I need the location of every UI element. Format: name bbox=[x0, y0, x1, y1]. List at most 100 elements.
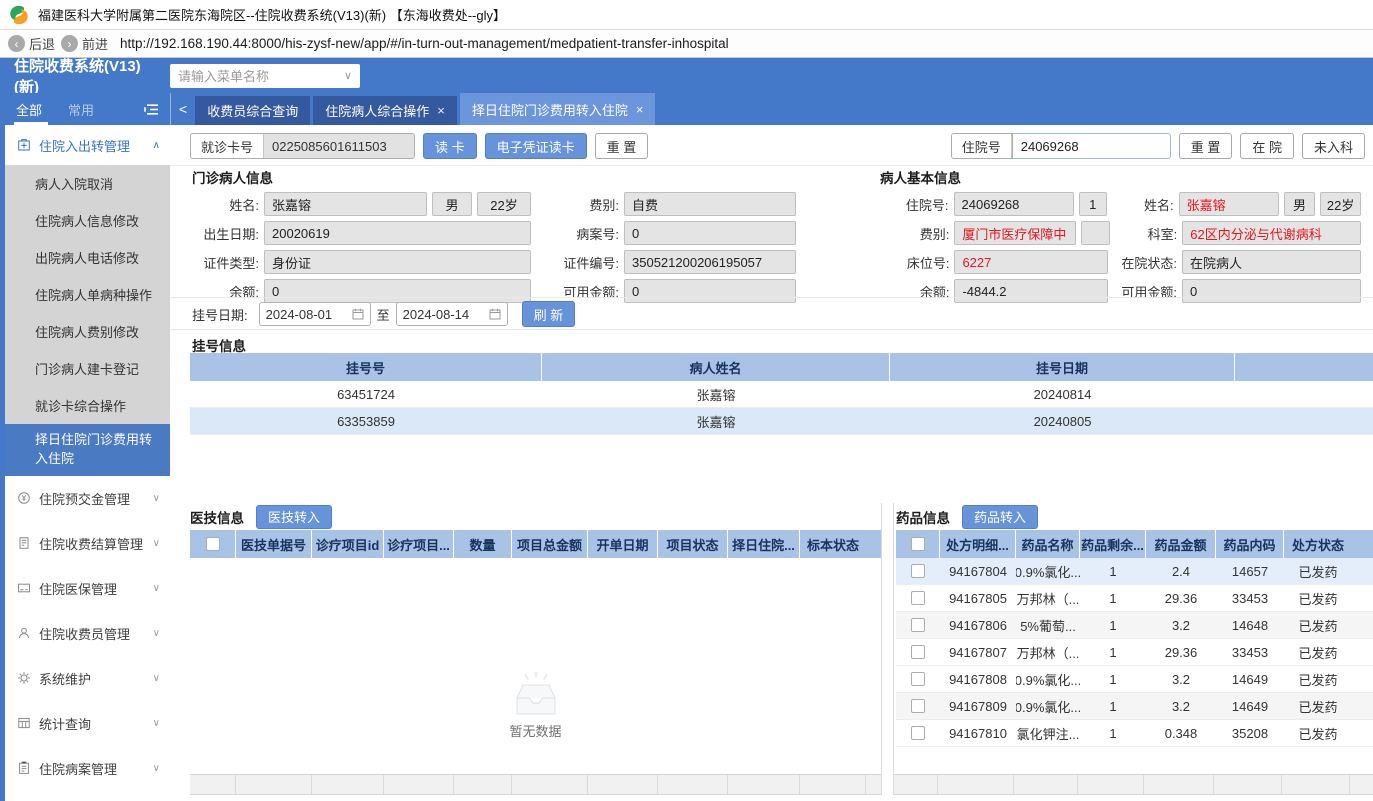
row-checkbox[interactable] bbox=[911, 591, 925, 605]
sidebar-group-deposit[interactable]: 住院预交金管理 ∨ bbox=[5, 476, 170, 521]
read-card-button[interactable]: 读 卡 bbox=[423, 133, 477, 159]
drugs-cell: 2.4 bbox=[1171, 563, 1191, 579]
drugs-col-header: 处方明细... bbox=[940, 530, 1016, 558]
medtech-title: 医技信息 bbox=[190, 510, 244, 526]
tabs-scroll-left-icon[interactable]: < bbox=[177, 101, 195, 117]
forward-button[interactable]: › 前进 bbox=[61, 34, 108, 53]
footer-cell bbox=[658, 775, 728, 794]
drugs-cell: 94167805 bbox=[949, 590, 1007, 606]
sidebar-item[interactable]: 住院病人费别修改 bbox=[5, 313, 170, 350]
sidebar-item[interactable]: 就诊卡综合操作 bbox=[5, 387, 170, 424]
sidebar-group-insurance-card[interactable]: 住院医保管理 ∨ bbox=[5, 566, 170, 611]
sidebar-group-stats[interactable]: 统计查询 ∨ bbox=[5, 701, 170, 746]
tab-1[interactable]: 住院病人综合操作 × bbox=[313, 96, 457, 125]
inpatient-no-input[interactable] bbox=[1012, 133, 1171, 159]
row-checkbox-cell bbox=[896, 720, 940, 746]
table-row[interactable]: 94167806 5%葡萄... 1 3.2 14648 已发药 bbox=[896, 612, 1373, 639]
reg-cell: 63451724 bbox=[337, 386, 395, 402]
bottom-panels: 医技信息 医技转入 医技单据号 诊疗项目id 诊疗项目... 数量 项目总金额 开单日期项… bbox=[190, 503, 1373, 795]
forward-icon: › bbox=[61, 35, 79, 52]
filter-tab-all[interactable]: 全部 bbox=[13, 93, 49, 125]
tab-label: 择日住院门诊费用转入住院 bbox=[471, 102, 628, 118]
address-url[interactable]: http://192.168.190.44:8000/his-zysf-new/… bbox=[120, 36, 729, 51]
row-checkbox-cell bbox=[896, 666, 940, 692]
medtech-col-header: 诊疗项目id bbox=[312, 530, 384, 558]
chevron-down-icon: ∨ bbox=[343, 70, 352, 82]
medtech-transfer-button[interactable]: 医技转入 bbox=[256, 504, 333, 529]
tab-2[interactable]: 择日住院门诊费用转入住院 × bbox=[459, 93, 656, 125]
reset-card-button[interactable]: 重 置 bbox=[594, 133, 649, 159]
sidebar-item[interactable]: 住院病人单病种操作 bbox=[5, 276, 170, 313]
sidebar-group-cashier[interactable]: 住院收费员管理 ∨ bbox=[5, 611, 170, 656]
row-checkbox-cell bbox=[896, 693, 940, 719]
browser-bar: ‹ 后退 › 前进 http://192.168.190.44:8000/his… bbox=[0, 30, 1373, 58]
sidebar-item[interactable]: 择日住院门诊费用转入住院 bbox=[5, 424, 170, 476]
row-checkbox[interactable] bbox=[911, 699, 925, 713]
table-row[interactable]: 94167807 万邦林（... 1 29.36 33453 已发药 bbox=[896, 639, 1373, 666]
drugs-cell: 已发药 bbox=[1298, 618, 1338, 634]
reg-date-to-input[interactable]: 2024-08-14 bbox=[395, 302, 508, 326]
reg-date-filter: 挂号日期: 2024-08-01 至 2024-08-14 刷 新 bbox=[192, 301, 576, 327]
sidebar-group-billing[interactable]: 住院收费结算管理 ∨ bbox=[5, 521, 170, 566]
sidebar-item[interactable]: 住院病人信息修改 bbox=[5, 202, 170, 239]
tab-0[interactable]: 收费员综合查询 bbox=[195, 96, 311, 125]
inpatient-no-label2: 住院号: bbox=[905, 197, 949, 213]
inpatient-fee-type: 厦门市医疗保障中 bbox=[954, 221, 1076, 245]
row-checkbox[interactable] bbox=[911, 672, 925, 686]
reg-date-from-input[interactable]: 2024-08-01 bbox=[258, 302, 371, 326]
drugs-cell: 94167810 bbox=[949, 725, 1007, 741]
select-all-checkbox[interactable] bbox=[205, 537, 220, 551]
drugs-table-body: 94167804 0.9%氯化... 1 2.4 14657 已发药 94167805 万邦林… bbox=[896, 558, 1373, 747]
select-all-checkbox[interactable] bbox=[910, 537, 925, 551]
sidebar-group-inout-manage[interactable]: 住院入出转管理 ∧ bbox=[5, 125, 170, 165]
medtech-select-all-cell bbox=[190, 530, 236, 558]
sidebar-item[interactable]: 出院病人电话修改 bbox=[5, 239, 170, 276]
e-cert-read-button[interactable]: 电子凭证读卡 bbox=[484, 133, 587, 159]
filter-tab-common[interactable]: 常用 bbox=[68, 100, 94, 119]
footer-cell bbox=[938, 775, 1014, 794]
cashier-icon bbox=[17, 626, 31, 640]
footer-cell bbox=[1350, 775, 1373, 794]
sidebar-group-records[interactable]: 住院病案管理 ∨ bbox=[5, 746, 170, 791]
reg-cell bbox=[1235, 408, 1373, 434]
reset-inpatient-button[interactable]: 重 置 bbox=[1178, 133, 1233, 159]
table-row[interactable]: 94167808 0.9%氯化... 1 3.2 14649 已发药 bbox=[896, 666, 1373, 693]
close-icon[interactable]: × bbox=[437, 103, 445, 118]
table-row[interactable]: 94167804 0.9%氯化... 1 2.4 14657 已发药 bbox=[896, 558, 1373, 585]
drugs-transfer-button[interactable]: 药品转入 bbox=[962, 504, 1039, 529]
not-in-dept-button[interactable]: 未入科 bbox=[1301, 133, 1365, 159]
table-row[interactable]: 94167805 万邦林（... 1 29.36 33453 已发药 bbox=[896, 585, 1373, 612]
sidebar-item[interactable]: 病人入院取消 bbox=[5, 165, 170, 202]
drugs-cell: 氯化钾注... bbox=[1016, 726, 1080, 742]
menu-search-select[interactable]: 请输入菜单名称 ∨ bbox=[170, 63, 360, 88]
back-button[interactable]: ‹ 后退 bbox=[8, 34, 55, 53]
close-icon[interactable]: × bbox=[636, 102, 644, 117]
table-row[interactable]: 94167810 氯化钾注... 1 0.348 35208 已发药 bbox=[896, 720, 1373, 747]
reg-col-header: 病人姓名 bbox=[542, 353, 890, 381]
sidebar-group-gear[interactable]: 系统维护 ∨ bbox=[5, 656, 170, 701]
row-checkbox[interactable] bbox=[911, 645, 925, 659]
row-checkbox[interactable] bbox=[911, 618, 925, 632]
billing-icon bbox=[17, 536, 31, 550]
collapse-menu-icon[interactable] bbox=[143, 103, 160, 116]
table-row[interactable]: 63451724 张嘉镕 20240814 bbox=[190, 381, 1373, 408]
in-hospital-button[interactable]: 在 院 bbox=[1240, 133, 1294, 159]
footer-cell bbox=[894, 775, 938, 794]
table-row[interactable]: 94167809 0.9%氯化... 1 3.2 14649 已发药 bbox=[896, 693, 1373, 720]
bed-no-label: 床位号: bbox=[906, 255, 950, 271]
sidebar-groups: 住院预交金管理 ∨ 住院收费结算管理 ∨ 住院医保管理 ∨ 住院收费员管理 ∨ 系统维护 ∨ 统计查… bbox=[5, 476, 170, 791]
name-label: 姓名: bbox=[229, 197, 259, 213]
row-checkbox[interactable] bbox=[911, 564, 925, 578]
main-content: 就诊卡号 0225085601611503 读 卡 电子凭证读卡 重 置 住院号… bbox=[170, 125, 1373, 801]
reg-table-header: 挂号号 病人姓名 挂号日期 bbox=[190, 353, 1373, 381]
table-row[interactable]: 63353859 张嘉镕 20240805 bbox=[190, 408, 1373, 435]
calendar-icon bbox=[489, 308, 501, 320]
sidebar-group-label: 住院病案管理 bbox=[39, 761, 118, 777]
footer-cell bbox=[454, 775, 512, 794]
inpatient-avail: 0 bbox=[1182, 279, 1361, 303]
reg-date-from-value: 2024-08-01 bbox=[265, 306, 333, 322]
row-checkbox[interactable] bbox=[911, 726, 925, 740]
sidebar-item[interactable]: 门诊病人建卡登记 bbox=[5, 350, 170, 387]
drugs-title: 药品信息 bbox=[896, 510, 950, 526]
refresh-button[interactable]: 刷 新 bbox=[521, 301, 576, 327]
